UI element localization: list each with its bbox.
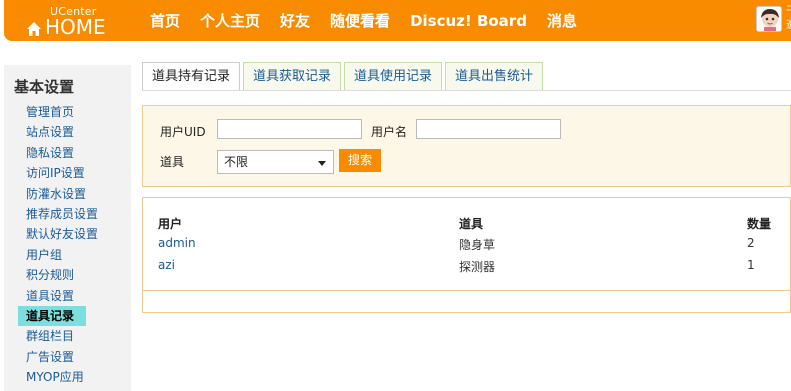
username-input[interactable] <box>416 119 561 139</box>
sidebar-item-recommend-members[interactable]: 推荐成员设置 <box>18 204 98 224</box>
sidebar: 基本设置 管理首页 站点设置 隐私设置 访问IP设置 防灌水设置 推荐成员设置 … <box>4 65 131 391</box>
sidebar-item-privacy-settings[interactable]: 隐私设置 <box>18 143 98 163</box>
sidebar-item-user-groups[interactable]: 用户组 <box>18 245 98 265</box>
results-table: 用户 道具 数量 admin 隐身草 2 azi 探测器 1 <box>142 197 791 313</box>
tab-holding-records[interactable]: 道具持有记录 <box>142 62 241 91</box>
user-avatar[interactable] <box>756 6 782 32</box>
nav-discuz-board[interactable]: Discuz! Board <box>410 12 527 30</box>
row-item-count: 1 <box>747 258 755 272</box>
header-bar: UCenter HOME 首页 个人主页 好友 随便看看 Discuz! Boa… <box>4 0 791 41</box>
tab-sales-stats[interactable]: 道具出售统计 <box>445 62 544 90</box>
row-item-count: 2 <box>747 236 755 250</box>
column-header-count: 数量 <box>747 217 772 231</box>
sidebar-item-credit-rules[interactable]: 积分规则 <box>18 265 98 285</box>
sidebar-item-group-columns[interactable]: 群组栏目 <box>18 326 98 346</box>
row-item-name: 探测器 <box>459 260 496 274</box>
column-header-user: 用户 <box>158 217 183 231</box>
row-item-name: 隐身草 <box>459 238 496 252</box>
nav-messages[interactable]: 消息 <box>547 12 577 30</box>
item-select-value: 不限 <box>224 155 249 169</box>
uid-label: 用户UID <box>160 125 206 139</box>
nav-browse[interactable]: 随便看看 <box>330 12 390 30</box>
username-label: 用户名 <box>371 125 408 139</box>
sidebar-item-ad-settings[interactable]: 广告设置 <box>18 347 98 367</box>
column-header-item: 道具 <box>459 217 484 231</box>
top-header: UCenter HOME 首页 个人主页 好友 随便看看 Discuz! Boa… <box>0 0 791 43</box>
home-logo[interactable]: UCenter HOME <box>26 5 116 39</box>
item-select[interactable]: 不限 <box>217 150 334 174</box>
sidebar-item-myop-apps[interactable]: MYOP应用 <box>18 367 98 387</box>
sidebar-item-item-settings[interactable]: 道具设置 <box>18 286 98 306</box>
sidebar-title: 基本设置 <box>14 78 75 96</box>
nav-friends[interactable]: 好友 <box>280 12 310 30</box>
record-tabs: 道具持有记录 道具获取记录 道具使用记录 道具出售统计 <box>142 62 546 91</box>
search-panel: 用户UID 用户名 道具 不限 搜索 <box>142 105 791 187</box>
uid-input[interactable] <box>217 119 362 139</box>
house-icon <box>26 18 42 42</box>
sidebar-item-default-friends[interactable]: 默认好友设置 <box>18 224 98 244</box>
tab-usage-records[interactable]: 道具使用记录 <box>344 62 443 90</box>
tab-acquire-records[interactable]: 道具获取记录 <box>243 62 342 90</box>
nav-home[interactable]: 首页 <box>150 12 180 30</box>
search-button[interactable]: 搜索 <box>339 149 381 172</box>
item-label: 道具 <box>160 155 185 169</box>
sidebar-item-site-settings[interactable]: 站点设置 <box>18 122 98 142</box>
logo-home-text-wrap: HOME <box>26 15 106 42</box>
tabs-divider <box>142 90 791 91</box>
sidebar-item-ip-settings[interactable]: 访问IP设置 <box>18 163 98 183</box>
sidebar-item-antispam-settings[interactable]: 防灌水设置 <box>18 184 98 204</box>
sidebar-menu: 管理首页 站点设置 隐私设置 访问IP设置 防灌水设置 推荐成员设置 默认好友设… <box>18 102 98 387</box>
nav-profile[interactable]: 个人主页 <box>200 12 260 30</box>
chevron-down-icon <box>318 161 326 166</box>
table-footer-divider <box>143 290 790 291</box>
user-name-clipped[interactable]: 干 邀 <box>786 4 791 32</box>
sidebar-item-item-records[interactable]: 道具记录 <box>18 305 86 327</box>
row-user-link[interactable]: admin <box>158 236 196 250</box>
sidebar-item-admin-home[interactable]: 管理首页 <box>18 102 98 122</box>
main-nav: 首页 个人主页 好友 随便看看 Discuz! Board 消息 <box>150 12 597 30</box>
logo-home-label: HOME <box>45 15 106 39</box>
row-user-link[interactable]: azi <box>158 258 175 272</box>
